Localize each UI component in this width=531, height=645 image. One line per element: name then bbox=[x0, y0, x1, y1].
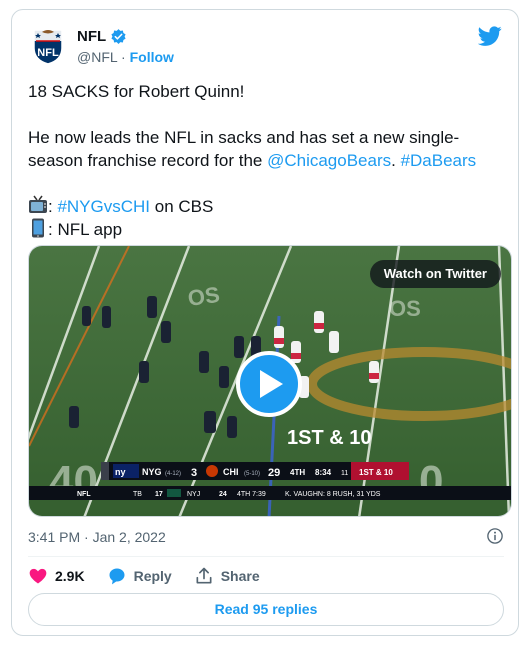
down-distance-overlay: 1ST & 10 bbox=[287, 427, 371, 449]
action-bar: 2.9K Reply Share bbox=[28, 566, 260, 586]
ticker-note: K. VAUGHN: 8 RUSH, 31 YDS bbox=[285, 491, 381, 498]
share-label: Share bbox=[220, 568, 260, 584]
ticker-team1: TB bbox=[133, 491, 142, 498]
handle-separator: · bbox=[121, 49, 126, 65]
divider bbox=[28, 556, 504, 557]
tweet-header: NFL NFL @NFL · Follow bbox=[28, 22, 504, 70]
handle-line: @NFL · Follow bbox=[77, 49, 174, 65]
ticker-team2: NYJ bbox=[187, 491, 200, 498]
timestamp-row: 3:41 PM · Jan 2, 2022 bbox=[28, 527, 504, 545]
timestamp[interactable]: 3:41 PM · Jan 2, 2022 bbox=[28, 529, 166, 545]
television-icon bbox=[29, 195, 47, 213]
hashtag-nygvschi-link[interactable]: #NYGvsCHI bbox=[57, 197, 150, 216]
quarter: 4TH bbox=[290, 468, 305, 477]
heart-icon bbox=[29, 568, 47, 584]
ticker-team1-score: 17 bbox=[155, 491, 163, 498]
away-score: 3 bbox=[191, 467, 197, 479]
watch-on-twitter-button[interactable]: Watch on Twitter bbox=[369, 260, 501, 288]
twitter-bird-icon[interactable] bbox=[478, 24, 502, 48]
info-icon[interactable] bbox=[486, 527, 504, 545]
like-count: 2.9K bbox=[55, 568, 85, 584]
ticker-status: 4TH 7:39 bbox=[237, 491, 266, 498]
account-handle[interactable]: @NFL bbox=[77, 49, 117, 65]
tweet-line-1: 18 SACKS for Robert Quinn! bbox=[28, 82, 245, 101]
share-button[interactable]: Share bbox=[194, 566, 260, 586]
read-replies-button[interactable]: Read 95 replies bbox=[28, 593, 504, 626]
scorebug-down: 1ST & 10 bbox=[359, 468, 393, 477]
home-score: 29 bbox=[268, 467, 280, 479]
away-team: NYG bbox=[142, 467, 162, 477]
play-clock: 11 bbox=[341, 470, 348, 477]
account-name[interactable]: NFL bbox=[77, 28, 106, 45]
svg-text:ny: ny bbox=[115, 467, 126, 477]
nfl-logo-avatar[interactable]: NFL bbox=[28, 26, 68, 66]
tweet-card: NFL NFL @NFL · Follow 18 SACKS for Rober… bbox=[11, 9, 519, 636]
mention-link[interactable]: @ChicagoBears bbox=[267, 151, 391, 170]
account-name-line: NFL bbox=[77, 28, 127, 45]
hashtag-dabears-link[interactable]: #DaBears bbox=[401, 151, 477, 170]
home-team: CHI bbox=[223, 467, 239, 477]
tv-suffix: on CBS bbox=[150, 197, 214, 216]
reply-bubble-icon bbox=[109, 568, 125, 585]
field-numbers-top-right: OS bbox=[389, 296, 421, 321]
mobile-phone-icon bbox=[32, 218, 44, 238]
reply-button[interactable]: Reply bbox=[107, 566, 172, 586]
like-button[interactable]: 2.9K bbox=[28, 566, 85, 586]
app-text: : NFL app bbox=[48, 220, 123, 239]
logo-text: NFL bbox=[37, 47, 59, 59]
video-media[interactable]: OS OS 40 0 1ST & 10 ny NYG (4-12) 3 CHI … bbox=[28, 245, 512, 517]
home-record: (5-10) bbox=[244, 471, 260, 477]
share-icon bbox=[196, 567, 212, 584]
away-record: (4-12) bbox=[165, 471, 181, 477]
field-numbers-top: OS bbox=[186, 282, 221, 311]
tweet-line-2-mid: . bbox=[391, 151, 401, 170]
reply-label: Reply bbox=[133, 568, 172, 584]
ticker-league: NFL bbox=[77, 491, 91, 498]
verified-badge-icon bbox=[111, 29, 126, 44]
tweet-text: 18 SACKS for Robert Quinn! He now leads … bbox=[28, 80, 504, 241]
ticker-team2-score: 24 bbox=[219, 491, 227, 498]
follow-button[interactable]: Follow bbox=[130, 49, 174, 65]
score-ticker bbox=[29, 486, 511, 500]
game-clock: 8:34 bbox=[315, 468, 332, 477]
